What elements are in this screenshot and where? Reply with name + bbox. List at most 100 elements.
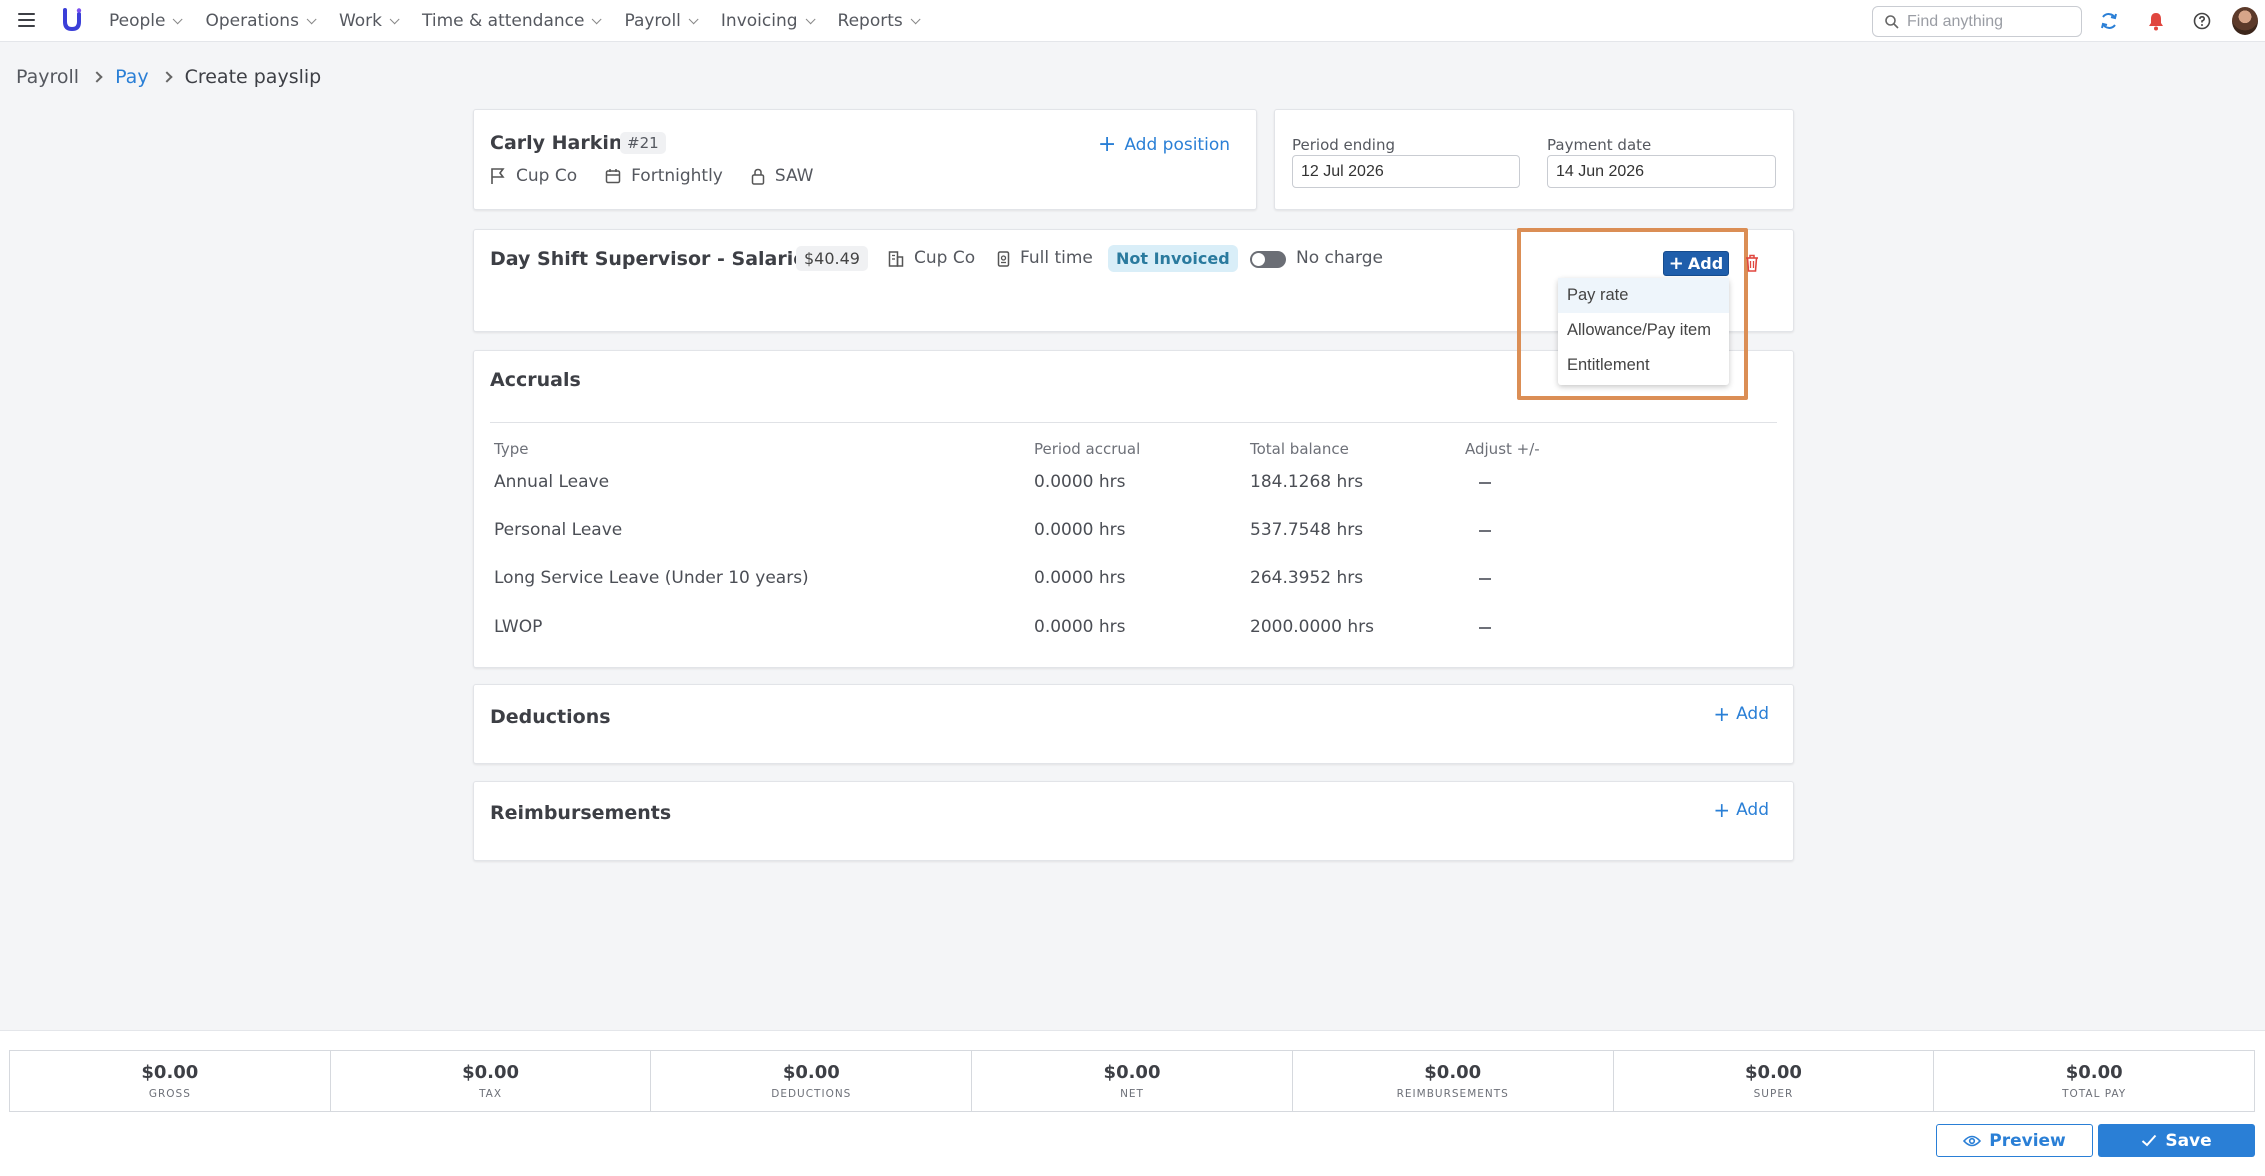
search-input[interactable] bbox=[1907, 12, 2067, 31]
deductions-title: Deductions bbox=[490, 706, 611, 728]
add-options-dropdown: Pay rate Allowance/Pay item Entitlement bbox=[1558, 278, 1729, 385]
position-company-label: Cup Co bbox=[914, 248, 976, 268]
accrual-adjust-dash[interactable] bbox=[1479, 482, 1491, 484]
total-amount: $0.00 bbox=[1744, 1062, 1802, 1083]
total-label: TOTAL PAY bbox=[2062, 1088, 2127, 1100]
total-amount: $0.00 bbox=[2065, 1062, 2123, 1083]
employee-frequency-label: Fortnightly bbox=[631, 166, 723, 186]
nav-reports[interactable]: Reports bbox=[837, 11, 921, 31]
sync-icon[interactable] bbox=[2098, 10, 2120, 32]
add-reimbursement-button[interactable]: + Add bbox=[1713, 800, 1769, 820]
add-position-button[interactable]: + Add position bbox=[1098, 134, 1230, 156]
chevron-down-icon bbox=[306, 13, 317, 24]
position-employment-label: Full time bbox=[1020, 248, 1093, 268]
global-search[interactable] bbox=[1872, 6, 2082, 37]
total-reimbursements: $0.00 REIMBURSEMENTS bbox=[1293, 1051, 1614, 1111]
accrual-adjust-dash[interactable] bbox=[1479, 578, 1491, 580]
accrual-type: LWOP bbox=[494, 617, 543, 637]
payslip-totals: $0.00 GROSS $0.00 TAX $0.00 DEDUCTIONS $0.0… bbox=[9, 1050, 2255, 1112]
nav-reports-label: Reports bbox=[837, 11, 903, 31]
employee-award-label: SAW bbox=[774, 166, 814, 186]
accrual-period: 0.0000 hrs bbox=[1034, 568, 1126, 588]
calendar-icon bbox=[605, 169, 621, 184]
total-amount: $0.00 bbox=[141, 1062, 199, 1083]
search-icon bbox=[1885, 14, 1899, 29]
notification-bell-icon[interactable] bbox=[2145, 10, 2167, 32]
employee-company: Cup Co bbox=[490, 166, 577, 186]
add-position-item-label: Add bbox=[1687, 254, 1724, 273]
nav-operations-label: Operations bbox=[205, 11, 299, 31]
accrual-balance: 537.7548 hrs bbox=[1250, 520, 1364, 540]
accruals-header-type: Type bbox=[494, 440, 529, 458]
total-label: GROSS bbox=[148, 1088, 191, 1100]
period-ending-label: Period ending bbox=[1292, 136, 1395, 154]
total-gross: $0.00 GROSS bbox=[10, 1051, 331, 1111]
lock-icon bbox=[751, 168, 765, 185]
nav-time-attendance[interactable]: Time & attendance bbox=[422, 11, 603, 31]
save-label: Save bbox=[2165, 1130, 2212, 1151]
total-amount: $0.00 bbox=[782, 1062, 840, 1083]
checkmark-icon bbox=[2142, 1134, 2157, 1147]
accrual-balance: 2000.0000 hrs bbox=[1250, 617, 1374, 637]
nav-work-label: Work bbox=[338, 11, 383, 31]
plus-icon: + bbox=[1668, 252, 1684, 274]
plus-icon: + bbox=[1713, 702, 1731, 726]
chevron-down-icon bbox=[173, 13, 184, 24]
invoice-status-badge: Not Invoiced bbox=[1108, 245, 1238, 272]
accrual-adjust-dash[interactable] bbox=[1479, 627, 1491, 629]
add-deduction-label: Add bbox=[1736, 704, 1769, 724]
breadcrumb-payroll[interactable]: Payroll bbox=[16, 66, 79, 88]
total-amount: $0.00 bbox=[462, 1062, 520, 1083]
position-company: Cup Co bbox=[888, 248, 975, 268]
total-tax: $0.00 TAX bbox=[331, 1051, 652, 1111]
chevron-down-icon bbox=[910, 13, 921, 24]
help-icon[interactable] bbox=[2191, 10, 2213, 32]
building-icon bbox=[888, 250, 904, 267]
delete-position-icon[interactable] bbox=[1744, 253, 1760, 273]
employee-meta: Cup Co Fortnightly SAW bbox=[490, 166, 842, 186]
total-super: $0.00 SUPER bbox=[1614, 1051, 1935, 1111]
position-employment: Full time bbox=[997, 248, 1093, 268]
nav-people-label: People bbox=[109, 11, 166, 31]
period-ending-input[interactable] bbox=[1292, 155, 1520, 188]
employee-id-badge: #21 bbox=[620, 132, 666, 154]
add-position-label: Add position bbox=[1124, 135, 1230, 155]
employee-award: SAW bbox=[751, 166, 814, 186]
preview-label: Preview bbox=[1989, 1130, 2066, 1151]
payment-date-input[interactable] bbox=[1547, 155, 1776, 188]
hamburger-menu-icon[interactable] bbox=[18, 13, 35, 27]
dropdown-pay-rate[interactable]: Pay rate bbox=[1558, 278, 1729, 313]
deductions-card: Deductions + Add bbox=[473, 684, 1794, 764]
nav-work[interactable]: Work bbox=[338, 11, 400, 31]
save-button[interactable]: Save bbox=[2098, 1124, 2255, 1157]
plus-icon: + bbox=[1097, 132, 1117, 157]
nav-payroll-label: Payroll bbox=[624, 11, 681, 31]
eye-icon bbox=[1963, 1135, 1982, 1146]
accruals-title: Accruals bbox=[490, 369, 581, 391]
nav-invoicing[interactable]: Invoicing bbox=[720, 11, 816, 31]
dropdown-entitlement[interactable]: Entitlement bbox=[1558, 348, 1729, 383]
flag-icon bbox=[491, 168, 505, 184]
reimbursements-card: Reimbursements + Add bbox=[473, 781, 1794, 861]
user-avatar[interactable] bbox=[2232, 7, 2258, 35]
breadcrumb-pay[interactable]: Pay bbox=[115, 66, 149, 88]
chevron-down-icon bbox=[389, 13, 400, 24]
total-label: TAX bbox=[479, 1088, 503, 1100]
chevron-right-icon bbox=[91, 71, 103, 83]
preview-button[interactable]: Preview bbox=[1936, 1124, 2093, 1157]
no-charge-toggle[interactable] bbox=[1250, 251, 1286, 268]
add-position-item-button[interactable]: + Add bbox=[1663, 251, 1729, 276]
dropdown-allowance-pay-item[interactable]: Allowance/Pay item bbox=[1558, 313, 1729, 348]
nav-payroll[interactable]: Payroll bbox=[624, 11, 699, 31]
main-menu: People Operations Work Time & attendance… bbox=[109, 0, 943, 42]
chevron-down-icon bbox=[688, 13, 699, 24]
nav-operations[interactable]: Operations bbox=[205, 11, 317, 31]
nav-people[interactable]: People bbox=[109, 11, 184, 31]
page-title: Create payslip bbox=[184, 66, 322, 88]
accrual-period: 0.0000 hrs bbox=[1034, 472, 1126, 492]
top-navigation-bar: People Operations Work Time & attendance… bbox=[0, 0, 2265, 42]
accrual-adjust-dash[interactable] bbox=[1479, 530, 1491, 532]
app-logo[interactable] bbox=[62, 8, 82, 32]
add-deduction-button[interactable]: + Add bbox=[1713, 704, 1769, 724]
nav-invoicing-label: Invoicing bbox=[720, 11, 798, 31]
